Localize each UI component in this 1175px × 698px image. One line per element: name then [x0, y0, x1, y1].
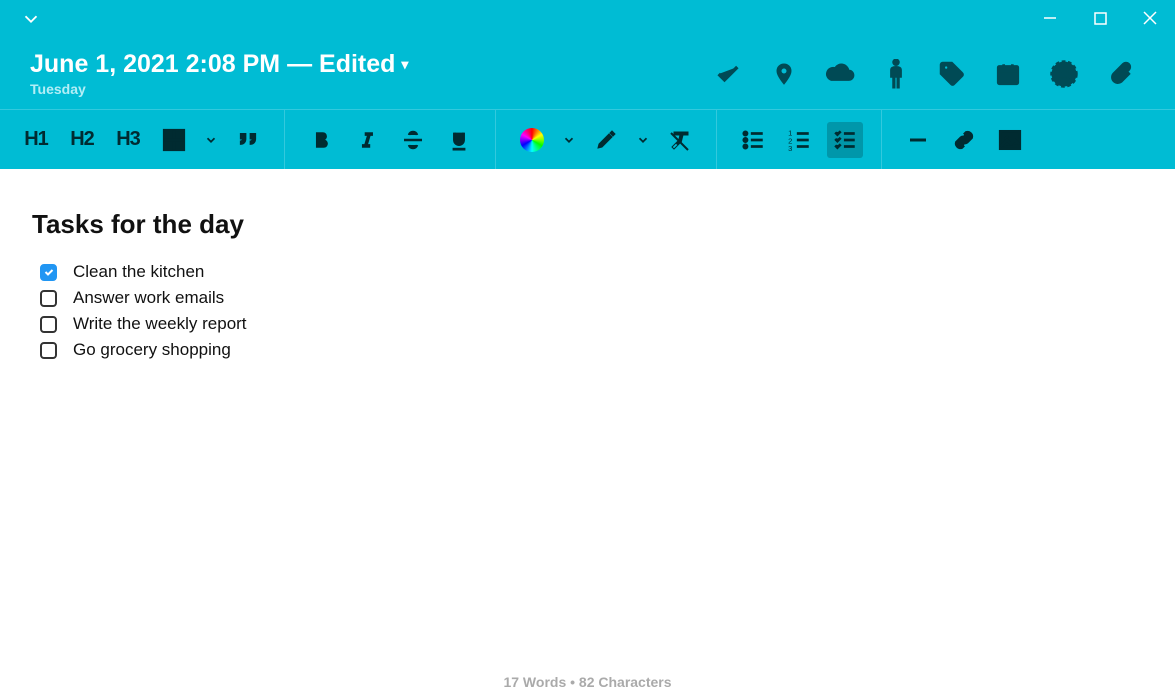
table-dropdown[interactable]	[202, 122, 220, 158]
heading1-button[interactable]: H1	[18, 122, 54, 158]
quote-button[interactable]	[230, 122, 266, 158]
italic-button[interactable]	[349, 122, 385, 158]
minimize-button[interactable]	[1025, 0, 1075, 36]
task-label: Answer work emails	[73, 288, 224, 308]
link-button[interactable]	[946, 122, 982, 158]
tag-icon[interactable]	[937, 59, 967, 89]
entry-meta-icons	[713, 59, 1145, 89]
person-icon[interactable]	[881, 59, 911, 89]
numbered-list-button[interactable]: 123	[781, 122, 817, 158]
calendar-icon[interactable]	[993, 59, 1023, 89]
task-item[interactable]: Clean the kitchen	[32, 262, 1143, 282]
chevron-down-icon[interactable]	[20, 8, 42, 35]
svg-text:3: 3	[788, 143, 792, 152]
horizontal-rule-button[interactable]	[900, 122, 936, 158]
entry-title[interactable]: June 1, 2021 2:08 PM — Edited ▾	[30, 50, 713, 79]
strikethrough-button[interactable]	[395, 122, 431, 158]
text-color-button[interactable]	[514, 122, 550, 158]
entry-header: June 1, 2021 2:08 PM — Edited ▾ Tuesday	[0, 40, 1175, 109]
underline-button[interactable]	[441, 122, 477, 158]
task-list: Clean the kitchen Answer work emails Wri…	[32, 262, 1143, 360]
status-bar: 17 Words • 82 Characters	[0, 674, 1175, 690]
clear-format-button[interactable]	[662, 122, 698, 158]
task-item[interactable]: Go grocery shopping	[32, 340, 1143, 360]
task-label: Write the weekly report	[73, 314, 247, 334]
bold-button[interactable]	[303, 122, 339, 158]
task-item[interactable]: Write the weekly report	[32, 314, 1143, 334]
color-dropdown[interactable]	[560, 122, 578, 158]
heading2-button[interactable]: H2	[64, 122, 100, 158]
titlebar	[0, 0, 1175, 40]
face-icon[interactable]	[1049, 59, 1079, 89]
color-wheel-icon	[520, 128, 544, 152]
bullet-list-button[interactable]	[735, 122, 771, 158]
editor-content[interactable]: Tasks for the day Clean the kitchen Answ…	[0, 169, 1175, 406]
format-toolbar: H1 H2 H3	[0, 109, 1175, 169]
caret-down-icon: ▾	[401, 56, 408, 73]
checkbox-icon[interactable]	[40, 316, 57, 333]
status-text: 17 Words • 82 Characters	[503, 674, 671, 690]
task-label: Clean the kitchen	[73, 262, 204, 282]
check-icon[interactable]	[713, 59, 743, 89]
cloud-icon[interactable]	[825, 59, 855, 89]
highlight-button[interactable]	[588, 122, 624, 158]
table-button[interactable]	[156, 122, 192, 158]
maximize-button[interactable]	[1075, 0, 1125, 36]
checkbox-icon[interactable]	[40, 342, 57, 359]
image-button[interactable]	[992, 122, 1028, 158]
close-button[interactable]	[1125, 0, 1175, 36]
task-label: Go grocery shopping	[73, 340, 231, 360]
entry-subtitle: Tuesday	[30, 81, 713, 97]
attachment-icon[interactable]	[1105, 59, 1135, 89]
heading3-button[interactable]: H3	[110, 122, 146, 158]
task-item[interactable]: Answer work emails	[32, 288, 1143, 308]
checkbox-icon[interactable]	[40, 290, 57, 307]
location-icon[interactable]	[769, 59, 799, 89]
checkbox-icon[interactable]	[40, 264, 57, 281]
highlight-dropdown[interactable]	[634, 122, 652, 158]
content-heading: Tasks for the day	[32, 209, 1143, 240]
entry-title-text: June 1, 2021 2:08 PM — Edited	[30, 50, 395, 79]
checklist-button[interactable]	[827, 122, 863, 158]
